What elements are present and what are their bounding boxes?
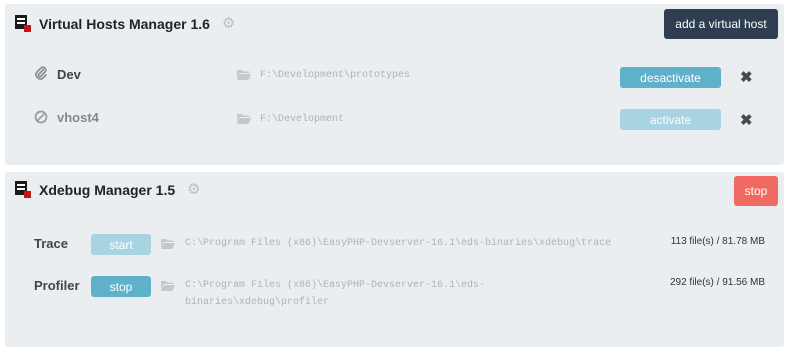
folder-icon xyxy=(237,69,251,83)
profiler-label: Profiler xyxy=(34,278,80,293)
xdebug-panel: Xdebug Manager 1.5 ⚙ stop Trace start C:… xyxy=(5,172,784,347)
close-icon[interactable]: ✖ xyxy=(740,70,753,85)
virtual-hosts-title: Virtual Hosts Manager 1.6 xyxy=(39,15,210,32)
app-logo-icon xyxy=(15,15,31,32)
trace-size: 113 file(s) / 81.78 MB xyxy=(670,236,765,247)
gear-icon[interactable]: ⚙ xyxy=(222,16,235,31)
trace-path: C:\Program Files (x86)\EasyPHP-Devserver… xyxy=(185,238,612,249)
trace-start-button[interactable]: start xyxy=(91,234,151,255)
folder-icon xyxy=(161,280,175,294)
add-virtual-host-button[interactable]: add a virtual host xyxy=(664,9,778,39)
activate-button[interactable]: activate xyxy=(620,109,721,130)
folder-icon xyxy=(237,113,251,127)
profiler-path-line2: binaries\xdebug\profiler xyxy=(185,297,330,308)
profiler-stop-button[interactable]: stop xyxy=(91,276,151,297)
xdebug-stop-button[interactable]: stop xyxy=(734,176,778,206)
vhost-path-vhost4: F:\Development xyxy=(260,114,345,125)
folder-icon xyxy=(161,238,175,252)
xdebug-title: Xdebug Manager 1.5 xyxy=(39,181,176,198)
vhost-name-dev: Dev xyxy=(57,67,81,82)
virtual-hosts-panel: Virtual Hosts Manager 1.6 ⚙ add a virtua… xyxy=(5,4,784,165)
desactivate-button[interactable]: desactivate xyxy=(620,67,721,88)
trace-label: Trace xyxy=(34,236,68,251)
profiler-size: 292 file(s) / 91.56 MB xyxy=(669,277,765,288)
paperclip-icon xyxy=(34,66,48,83)
gear-icon[interactable]: ⚙ xyxy=(187,182,200,197)
vhost-name-vhost4: vhost4 xyxy=(57,110,99,125)
vhost-path-dev: F:\Development\prototypes xyxy=(260,70,411,81)
close-icon[interactable]: ✖ xyxy=(740,113,753,128)
virtual-hosts-title-row: Virtual Hosts Manager 1.6 ⚙ xyxy=(15,15,235,32)
app-logo-icon xyxy=(15,181,31,198)
ban-icon xyxy=(34,110,48,127)
profiler-path-line1: C:\Program Files (x86)\EasyPHP-Devserver… xyxy=(185,280,486,291)
xdebug-title-row: Xdebug Manager 1.5 ⚙ xyxy=(15,181,201,198)
